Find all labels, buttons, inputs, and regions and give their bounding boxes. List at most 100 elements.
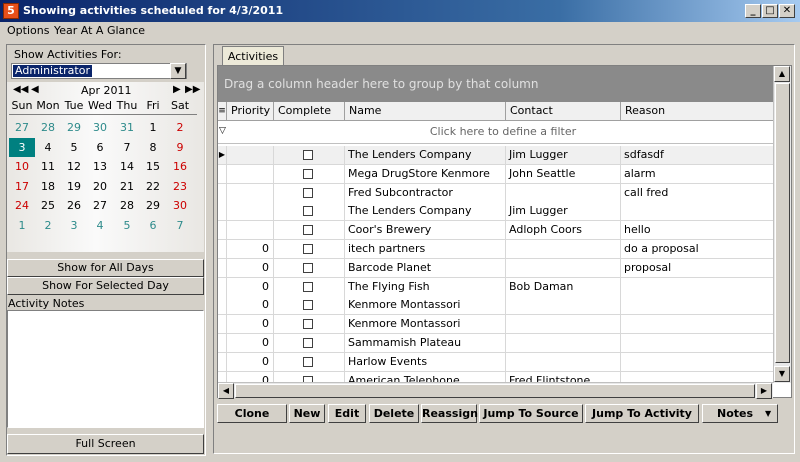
group-by-area[interactable]: Drag a column header here to group by th… (218, 66, 773, 102)
calendar-day[interactable]: 20 (87, 177, 113, 196)
edit-button[interactable]: Edit (328, 404, 366, 423)
filter-row[interactable]: ▽ Click here to define a filter (218, 121, 773, 144)
calendar-day[interactable]: 8 (140, 138, 166, 157)
table-row[interactable]: ▶ The Lenders Company Jim Lugger sdfasdf (218, 146, 773, 165)
scroll-down-icon[interactable]: ▼ (774, 366, 790, 382)
calendar-day[interactable]: 7 (114, 138, 140, 157)
calendar-day[interactable]: 10 (9, 157, 35, 176)
calendar-day[interactable]: 1 (9, 216, 35, 235)
calendar-day[interactable]: 18 (35, 177, 61, 196)
scroll-left-icon[interactable]: ◀ (218, 383, 234, 399)
full-screen-button[interactable]: Full Screen (7, 434, 204, 454)
prev-month-icon[interactable]: ◀ (31, 84, 39, 95)
calendar-day[interactable]: 27 (87, 196, 113, 215)
calendar-day[interactable]: 25 (35, 196, 61, 215)
column-header-contact[interactable]: Contact (506, 102, 621, 121)
delete-button[interactable]: Delete (369, 404, 419, 423)
calendar-day[interactable]: 31 (114, 118, 140, 137)
complete-checkbox[interactable] (303, 281, 313, 292)
calendar-day[interactable]: 28 (114, 196, 140, 215)
complete-checkbox[interactable] (303, 356, 313, 367)
horizontal-scroll-thumb[interactable] (235, 384, 755, 398)
calendar-day[interactable]: 30 (167, 196, 193, 215)
menu-options[interactable]: Options (7, 24, 49, 37)
calendar-day[interactable]: 3 (9, 137, 35, 157)
table-row[interactable]: 0 Kenmore Montassori (218, 296, 773, 316)
calendar-day[interactable]: 21 (114, 177, 140, 196)
jump-to-activity-button[interactable]: Jump To Activity (585, 404, 699, 423)
calendar-day[interactable]: 4 (35, 138, 61, 157)
chevron-down-icon[interactable]: ▼ (170, 63, 186, 79)
complete-checkbox[interactable] (303, 225, 313, 236)
complete-checkbox[interactable] (303, 150, 313, 160)
calendar-day[interactable]: 7 (167, 216, 193, 235)
calendar-day[interactable]: 27 (9, 118, 35, 137)
calendar-day[interactable]: 4 (87, 216, 113, 235)
table-row[interactable]: 0 itech partners do a proposal (218, 240, 773, 259)
calendar-day[interactable]: 26 (61, 196, 87, 215)
calendar-day[interactable]: 1 (140, 118, 166, 137)
calendar-day[interactable]: 14 (114, 157, 140, 176)
column-chooser-icon[interactable]: ≡ (218, 102, 227, 121)
complete-checkbox[interactable] (303, 168, 313, 179)
calendar-day[interactable]: 29 (61, 118, 87, 137)
column-header-priority[interactable]: Priority (227, 102, 274, 121)
calendar-day[interactable]: 12 (61, 157, 87, 176)
user-select[interactable]: Administrator ▼ (11, 63, 187, 79)
calendar-day[interactable]: 23 (167, 177, 193, 196)
calendar-day[interactable]: 9 (167, 138, 193, 157)
maximize-button[interactable]: □ (762, 4, 778, 18)
column-header-complete[interactable]: Complete (274, 102, 345, 121)
table-row[interactable]: The Lenders Company Jim Lugger (218, 202, 773, 222)
calendar-day[interactable]: 13 (87, 157, 113, 176)
calendar-day[interactable]: 17 (9, 177, 35, 196)
calendar-day[interactable]: 5 (61, 138, 87, 157)
calendar-day[interactable]: 16 (167, 157, 193, 176)
table-row[interactable]: 0 Harlow Events (218, 352, 773, 372)
prev-year-icon[interactable]: ◀◀ (13, 84, 28, 95)
activity-notes-textarea[interactable] (7, 310, 204, 428)
calendar-day[interactable]: 29 (140, 196, 166, 215)
jump-to-source-button[interactable]: Jump To Source (479, 404, 583, 423)
column-header-name[interactable]: Name (345, 102, 506, 121)
complete-checkbox[interactable] (303, 338, 313, 348)
calendar-day[interactable]: 3 (61, 216, 87, 235)
table-row[interactable]: 0 Sammamish Plateau (218, 334, 773, 353)
calendar-day[interactable]: 2 (167, 118, 193, 137)
calendar-day[interactable]: 28 (35, 118, 61, 137)
table-row[interactable]: Mega DrugStore Kenmore John Seattle alarm (218, 164, 773, 184)
table-row[interactable]: 0 Barcode Planet proposal (218, 258, 773, 278)
tab-activities[interactable]: Activities (222, 46, 284, 66)
calendar-day[interactable]: 11 (35, 157, 61, 176)
horizontal-scrollbar[interactable]: ◀ ▶ (218, 382, 773, 399)
show-selected-day-button[interactable]: Show For Selected Day (7, 277, 204, 295)
minimize-button[interactable]: _ (745, 4, 761, 18)
clone-button[interactable]: Clone (217, 404, 287, 423)
table-row[interactable]: Coor's Brewery Adloph Coors hello (218, 221, 773, 241)
scroll-right-icon[interactable]: ▶ (756, 383, 772, 399)
vertical-scrollbar[interactable]: ▲ ▼ (773, 66, 791, 383)
calendar-day[interactable]: 2 (35, 216, 61, 235)
calendar-day[interactable]: 5 (114, 216, 140, 235)
calendar-day[interactable]: 6 (140, 216, 166, 235)
vertical-scroll-thumb[interactable] (775, 83, 790, 363)
complete-checkbox[interactable] (303, 262, 313, 273)
next-month-icon[interactable]: ▶ (173, 84, 181, 95)
next-year-icon[interactable]: ▶▶ (185, 84, 200, 95)
calendar-day[interactable]: 15 (140, 157, 166, 176)
complete-checkbox[interactable] (303, 244, 313, 254)
complete-checkbox[interactable] (303, 300, 313, 311)
calendar-day[interactable]: 30 (87, 118, 113, 137)
calendar-day[interactable]: 24 (9, 196, 35, 215)
calendar-day[interactable]: 22 (140, 177, 166, 196)
table-row[interactable]: 0 Kenmore Montassori (218, 315, 773, 335)
calendar-day[interactable]: 6 (87, 138, 113, 157)
close-button[interactable]: ✕ (779, 4, 795, 18)
column-header-reason[interactable]: Reason (621, 102, 773, 121)
reassign-button[interactable]: Reassign (421, 404, 478, 423)
notes-button[interactable]: Notes ▼ (702, 404, 778, 423)
scroll-up-icon[interactable]: ▲ (774, 66, 790, 82)
complete-checkbox[interactable] (303, 319, 313, 330)
table-row[interactable]: Fred Subcontractor call fred (218, 183, 773, 203)
calendar-day[interactable]: 19 (61, 177, 87, 196)
